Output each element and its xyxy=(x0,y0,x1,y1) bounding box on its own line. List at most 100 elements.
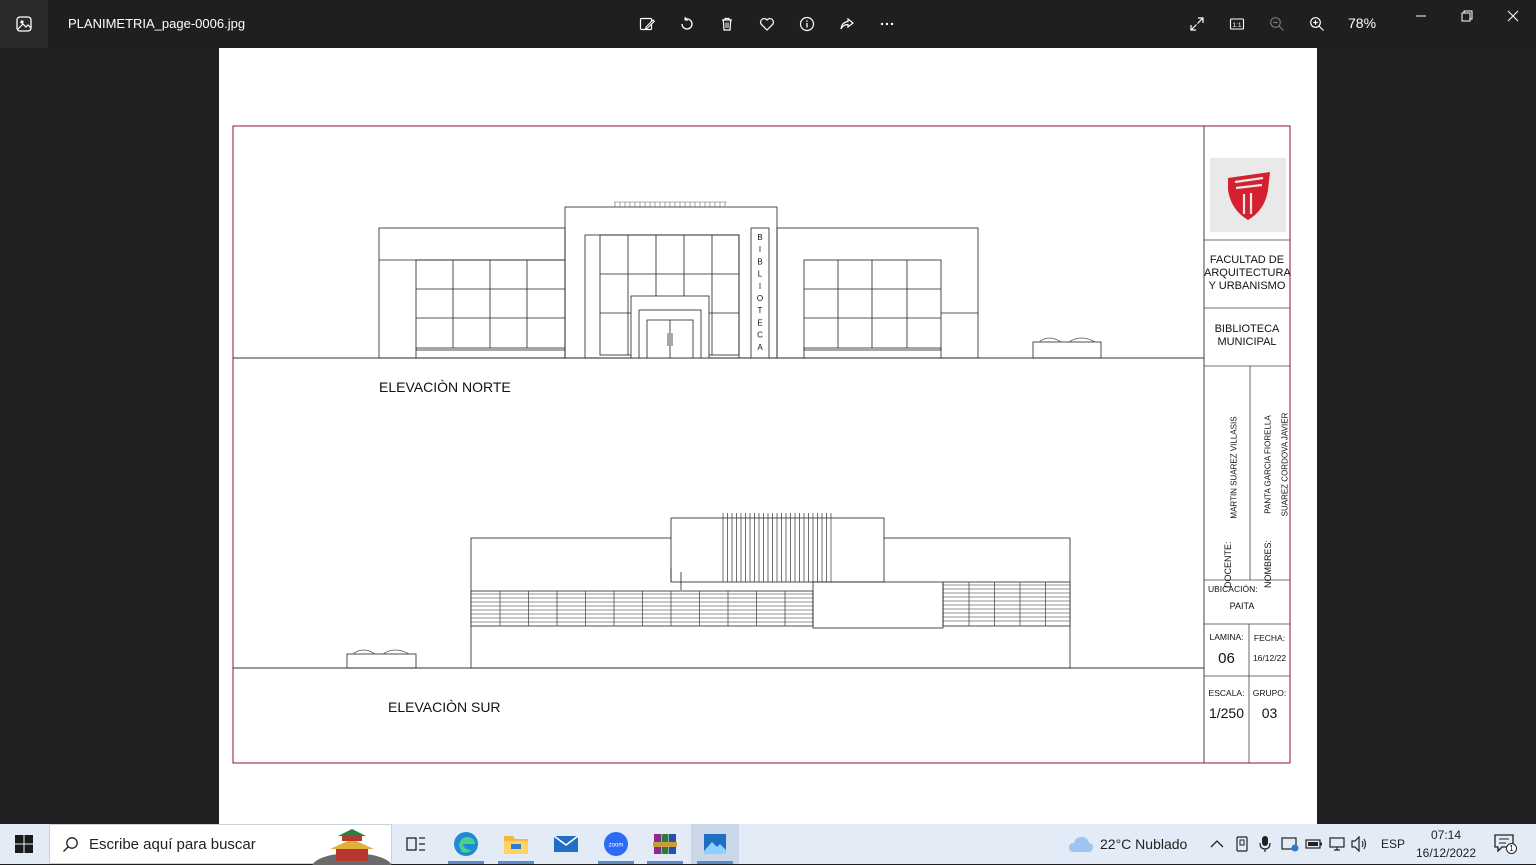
more-button[interactable] xyxy=(875,12,899,36)
weather-status[interactable]: 22°C Nublado xyxy=(1100,836,1187,852)
project-line-1: BIBLIOTECA xyxy=(1214,323,1280,335)
photos-app-taskbar-icon xyxy=(704,834,726,854)
close-button[interactable] xyxy=(1490,0,1536,32)
architectural-drawing: BIBLIOTECA ELEVACIÒN NORTE ELEVACIÒN SUR xyxy=(232,125,1291,764)
title-bar: PLANIMETRIA_page-0006.jpg 1:1 78% xyxy=(0,0,1536,48)
taskbar: Escribe aquí para buscar zoom 22°C Nubla… xyxy=(0,824,1536,865)
share-icon xyxy=(840,17,854,30)
zoom-app-icon: zoom xyxy=(604,832,628,856)
battery-icon[interactable] xyxy=(1305,838,1323,850)
student-name-1: PANTA GARCIA FIORELLA xyxy=(1263,415,1273,514)
cloud-weather-icon xyxy=(1069,837,1093,852)
taskbar-app-edge[interactable] xyxy=(442,824,490,864)
clock-date[interactable]: 16/12/2022 xyxy=(1412,846,1480,860)
fullscreen-icon xyxy=(1190,17,1204,31)
south-elevation-label: ELEVACIÒN SUR xyxy=(388,699,501,715)
sign-letter: I xyxy=(759,282,761,291)
volume-icon[interactable] xyxy=(1351,836,1369,852)
south-elevation xyxy=(233,513,1204,669)
chevron-up-icon[interactable] xyxy=(1210,838,1224,850)
rotate-button[interactable] xyxy=(675,12,699,36)
sign-letter: A xyxy=(757,343,763,352)
zoom-level[interactable]: 78% xyxy=(1348,15,1376,31)
lamina-label: LAMINA: xyxy=(1209,632,1244,642)
folder-icon xyxy=(504,836,528,854)
lamina-value: 06 xyxy=(1218,650,1235,667)
north-elevation-label: ELEVACIÒN NORTE xyxy=(379,379,511,395)
edit-image-icon xyxy=(639,17,655,31)
start-button[interactable] xyxy=(0,824,48,864)
file-name: PLANIMETRIA_page-0006.jpg xyxy=(68,16,246,31)
rotate-icon xyxy=(681,16,693,30)
sign-letter: B xyxy=(757,257,762,266)
task-view-button[interactable] xyxy=(392,824,440,864)
nombres-label: NOMBRES: xyxy=(1263,539,1273,588)
taskbar-app-winrar[interactable] xyxy=(641,824,689,864)
ubicacion-value: PAITA xyxy=(1229,601,1255,611)
sheet-frame xyxy=(232,125,1291,764)
sign-letter: C xyxy=(757,331,763,340)
close-icon xyxy=(1507,10,1519,22)
escala-value: 1/250 xyxy=(1208,705,1245,721)
sign-letter: E xyxy=(757,318,762,327)
delete-button[interactable] xyxy=(715,12,739,36)
clock-time[interactable]: 07:14 xyxy=(1416,828,1476,842)
escala-label: ESCALA: xyxy=(1208,688,1245,698)
info-button[interactable] xyxy=(795,12,819,36)
search-placeholder: Escribe aquí para buscar xyxy=(89,836,256,853)
zoom-out-button[interactable] xyxy=(1265,12,1289,36)
share-button[interactable] xyxy=(835,12,859,36)
device-icon[interactable] xyxy=(1235,836,1249,852)
input-language[interactable]: ESP xyxy=(1381,837,1405,851)
fecha-value: 16/12/22 xyxy=(1252,653,1287,663)
minimize-button[interactable] xyxy=(1398,0,1444,32)
taskbar-search-box[interactable]: Escribe aquí para buscar xyxy=(49,824,392,865)
ubicacion-label: UBICACIÓN: xyxy=(1208,584,1258,594)
more-icon xyxy=(880,22,894,26)
north-elevation xyxy=(233,201,1204,359)
restore-button[interactable] xyxy=(1444,0,1490,32)
zoom-out-icon xyxy=(1270,17,1284,31)
fullscreen-button[interactable] xyxy=(1185,12,1209,36)
mail-icon xyxy=(553,835,579,852)
taskbar-app-zoom[interactable]: zoom xyxy=(592,824,640,864)
actual-size-icon: 1:1 xyxy=(1229,18,1245,30)
favorite-button[interactable] xyxy=(755,12,779,36)
windows-logo-icon xyxy=(15,835,33,853)
search-highlight-illustration-icon xyxy=(312,829,392,865)
faculty-line-1: FACULTAD DE xyxy=(1209,254,1285,266)
minimize-icon xyxy=(1416,15,1426,17)
taskbar-app-file-explorer[interactable] xyxy=(492,824,540,864)
taskbar-app-photos[interactable] xyxy=(691,824,739,864)
notification-count-badge: 1 xyxy=(1506,843,1517,854)
microphone-icon[interactable] xyxy=(1258,835,1272,853)
meet-now-icon[interactable] xyxy=(1281,836,1299,852)
notification-center-button[interactable]: 1 xyxy=(1494,834,1517,854)
faculty-name: FACULTAD DE ARQUITECTURA Y URBANISMO xyxy=(1204,254,1291,293)
zoom-in-button[interactable] xyxy=(1305,12,1329,36)
photos-icon xyxy=(16,16,32,32)
delete-icon xyxy=(722,17,732,31)
taskbar-app-mail[interactable] xyxy=(542,824,590,864)
grupo-value: 03 xyxy=(1261,705,1278,721)
fecha-label: FECHA: xyxy=(1253,633,1286,643)
project-line-2: MUNICIPAL xyxy=(1217,336,1277,348)
photos-app-icon[interactable] xyxy=(0,0,48,48)
task-view-icon xyxy=(406,837,425,851)
sign-letter: L xyxy=(758,270,763,279)
faculty-line-3: Y URBANISMO xyxy=(1208,280,1286,292)
vertical-sign-text: BIBLIOTECA xyxy=(757,233,763,352)
search-icon xyxy=(63,837,78,852)
sign-letter: T xyxy=(758,306,763,315)
sign-letter: B xyxy=(757,233,762,242)
actual-size-button[interactable]: 1:1 xyxy=(1225,12,1249,36)
svg-text:zoom: zoom xyxy=(609,843,624,849)
svg-text:1:1: 1:1 xyxy=(1232,22,1241,29)
docente-name: MARTIN SUAREZ VILLASIS xyxy=(1229,416,1239,519)
title-block xyxy=(1204,239,1290,763)
favorite-icon xyxy=(760,18,774,31)
image-viewer[interactable]: BIBLIOTECA ELEVACIÒN NORTE ELEVACIÒN SUR… xyxy=(0,48,1536,824)
edit-image-button[interactable] xyxy=(635,12,659,36)
network-icon[interactable] xyxy=(1328,836,1346,852)
student-name-2: SUAREZ CORDOVA JAVIER xyxy=(1280,412,1290,517)
